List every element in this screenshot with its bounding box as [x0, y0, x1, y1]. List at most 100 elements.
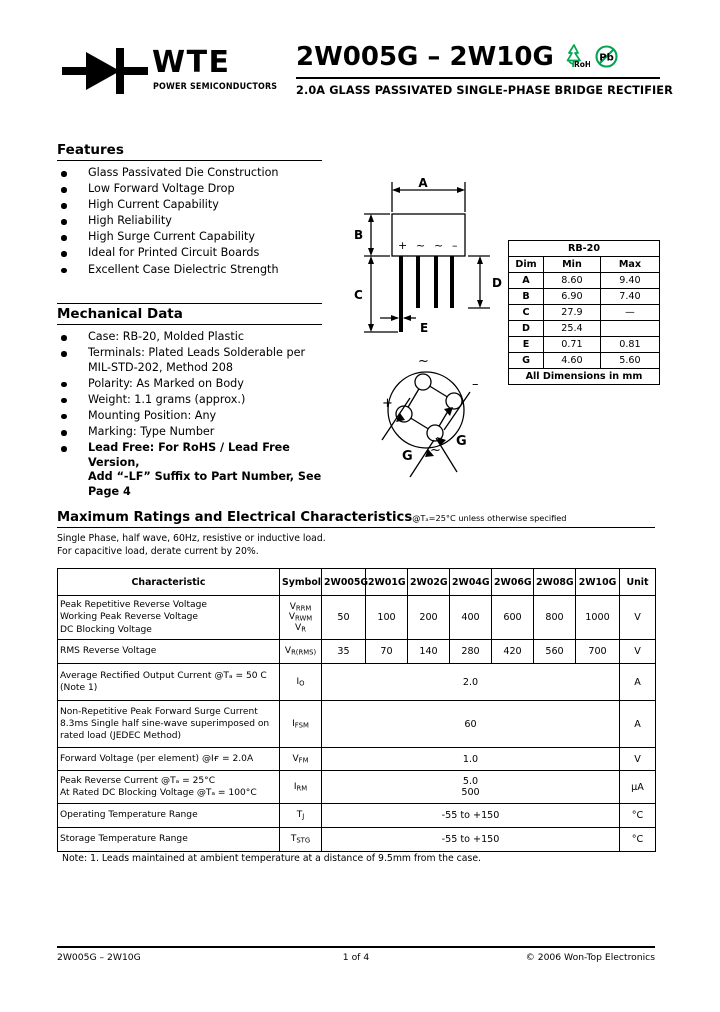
- lead-free-pb-icon: Pb: [594, 44, 619, 76]
- row-symbol: IRM: [279, 770, 322, 804]
- charac-line: Average Rectified Output Current @Tₐ = 5…: [60, 670, 267, 681]
- dim-max: —: [599, 304, 661, 321]
- part-number-title: 2W005G – 2W10G RoHS: [296, 40, 660, 74]
- charac-line: Peak Reverse Current @Tₐ = 25°C: [60, 775, 216, 786]
- row-symbol: TJ: [279, 803, 322, 828]
- dim-min: 27.9: [543, 304, 601, 321]
- table-row: D 25.4: [508, 320, 661, 337]
- pin-label-minus: –: [472, 377, 479, 392]
- list-item: Case: RB-20, Molded Plastic: [57, 330, 322, 345]
- dim-max: [599, 320, 661, 337]
- dim-table-title: RB-20: [508, 240, 660, 257]
- mech-line: Weight: 1.1 grams (approx.): [88, 392, 246, 406]
- table-row: Forward Voltage (per element) @Iғ = 2.0A…: [57, 747, 656, 771]
- row-value: 50: [321, 595, 366, 640]
- row-unit: V: [619, 595, 656, 640]
- table-row: C 27.9 —: [508, 304, 661, 321]
- row-value-span: -55 to +150: [321, 803, 620, 828]
- dim-name: E: [508, 336, 544, 353]
- mech-line-2: MIL-STD-202, Method 208: [88, 360, 233, 374]
- col-unit: Unit: [619, 568, 656, 596]
- table-row: RMS Reverse Voltage VR(RMS) 35 70 140 28…: [57, 639, 656, 664]
- ratings-condition: @Tₐ=25°C unless otherwise specified: [412, 513, 567, 523]
- mech-line: Terminals: Plated Leads Solderable per: [88, 346, 306, 360]
- list-item: Polarity: As Marked on Body: [57, 377, 322, 392]
- table-row: B 6.90 7.40: [508, 288, 661, 305]
- terminal-mark-minus: –: [452, 239, 458, 252]
- charac-line: Non-Repetitive Peak Forward Surge Curren…: [60, 706, 258, 717]
- row-characteristic: Storage Temperature Range: [57, 827, 280, 852]
- row-unit: A: [619, 700, 656, 748]
- list-item: Marking: Type Number: [57, 425, 322, 440]
- features-section: Features Glass Passivated Die Constructi…: [57, 142, 322, 279]
- table-row: Non-Repetitive Peak Forward Surge Curren…: [57, 700, 656, 748]
- pin-label-plus: +: [382, 396, 393, 411]
- charac-line: Storage Temperature Range: [60, 834, 188, 845]
- dim-max: 7.40: [599, 288, 661, 305]
- row-symbol: VRRM VRWM VR: [279, 595, 322, 640]
- row-symbol: IO: [279, 663, 322, 701]
- row-characteristic: Operating Temperature Range: [57, 803, 280, 828]
- dim-max: 0.81: [599, 336, 661, 353]
- dim-label-d: D: [492, 276, 502, 290]
- row-value: 600: [491, 595, 534, 640]
- dim-min: 4.60: [543, 352, 601, 369]
- footer-divider: [57, 946, 655, 948]
- charac-line: At Rated DC Blocking Voltage @Tₐ = 100°C: [60, 788, 257, 798]
- row-value: 200: [407, 595, 450, 640]
- row-unit: °C: [619, 803, 656, 828]
- row-value-span: 1.0: [321, 747, 620, 771]
- row-value-span: 60: [321, 700, 620, 748]
- title-divider: [296, 77, 660, 79]
- dim-max: 9.40: [599, 272, 661, 289]
- page-footer: 2W005G – 2W10G 1 of 4 © 2006 Won-Top Ele…: [57, 952, 655, 963]
- charac-line: RMS Reverse Voltage: [60, 646, 157, 657]
- terminal-mark-ac2: ~: [434, 239, 443, 252]
- row-value: 420: [491, 639, 534, 664]
- dimension-table: RB-20 Dim Min Max A 8.60 9.40 B 6.90 7.4…: [508, 240, 661, 385]
- row-value: 35: [321, 639, 366, 664]
- dim-table-footer: All Dimensions in mm: [508, 368, 660, 385]
- mech-line: Case: RB-20, Molded Plastic: [88, 330, 244, 343]
- row-value: 400: [449, 595, 492, 640]
- row-characteristic: Non-Repetitive Peak Forward Surge Curren…: [57, 700, 280, 748]
- col-2w005g: 2W005G: [321, 568, 368, 596]
- rohs-tree-icon: RoHS: [564, 42, 596, 76]
- pin-label-ac1: ~: [418, 354, 429, 369]
- row-value: 100: [365, 595, 408, 640]
- row-unit: µA: [619, 770, 656, 804]
- row-value: 560: [533, 639, 576, 664]
- pin-label-g1: G: [402, 449, 413, 464]
- package-outline-diagram: A B C D E + ~ ~ –: [340, 176, 515, 353]
- col-2w04g: 2W04G: [449, 568, 492, 596]
- pin-label-g2: G: [456, 434, 467, 449]
- ratings-note-1: Single Phase, half wave, 60Hz, resistive…: [57, 533, 326, 544]
- table-footnote: Note: 1. Leads maintained at ambient tem…: [62, 853, 482, 864]
- charac-line: rated load (JEDEC Method): [60, 731, 182, 742]
- ratings-header: Maximum Ratings and Electrical Character…: [57, 510, 655, 558]
- dim-label-e: E: [420, 321, 428, 335]
- row-characteristic: Forward Voltage (per element) @Iғ = 2.0A: [57, 747, 280, 771]
- features-heading: Features: [57, 142, 322, 161]
- list-item: Glass Passivated Die Construction: [57, 166, 322, 181]
- company-logo: WTE POWER SEMICONDUCTORS: [62, 40, 292, 102]
- col-2w08g: 2W08G: [533, 568, 576, 596]
- col-characteristic: Characteristic: [57, 568, 280, 596]
- row-value: 280: [449, 639, 492, 664]
- row-unit: A: [619, 663, 656, 701]
- list-item: Terminals: Plated Leads Solderable per M…: [57, 346, 322, 375]
- charac-line: Working Peak Reverse Voltage: [60, 612, 199, 623]
- row-value-span: 5.0 500: [321, 770, 620, 804]
- row-characteristic: Peak Repetitive Reverse Voltage Working …: [57, 595, 280, 640]
- page-header: WTE POWER SEMICONDUCTORS 2W005G – 2W10G: [0, 0, 720, 125]
- charac-line: Operating Temperature Range: [60, 810, 198, 821]
- charac-line: 8.3ms Single half sine-wave superimposed…: [60, 718, 270, 729]
- list-item: Excellent Case Dielectric Strength: [57, 263, 322, 278]
- list-item: High Surge Current Capability: [57, 230, 322, 245]
- row-value-span: -55 to +150: [321, 827, 620, 852]
- terminal-mark-plus: +: [398, 239, 407, 252]
- mechanical-data-section: Mechanical Data Case: RB-20, Molded Plas…: [57, 303, 322, 501]
- dim-col-max: Max: [599, 256, 661, 273]
- ratings-table: Characteristic Symbol 2W005G 2W01G 2W02G…: [57, 568, 656, 852]
- footer-page-number: 1 of 4: [342, 952, 370, 963]
